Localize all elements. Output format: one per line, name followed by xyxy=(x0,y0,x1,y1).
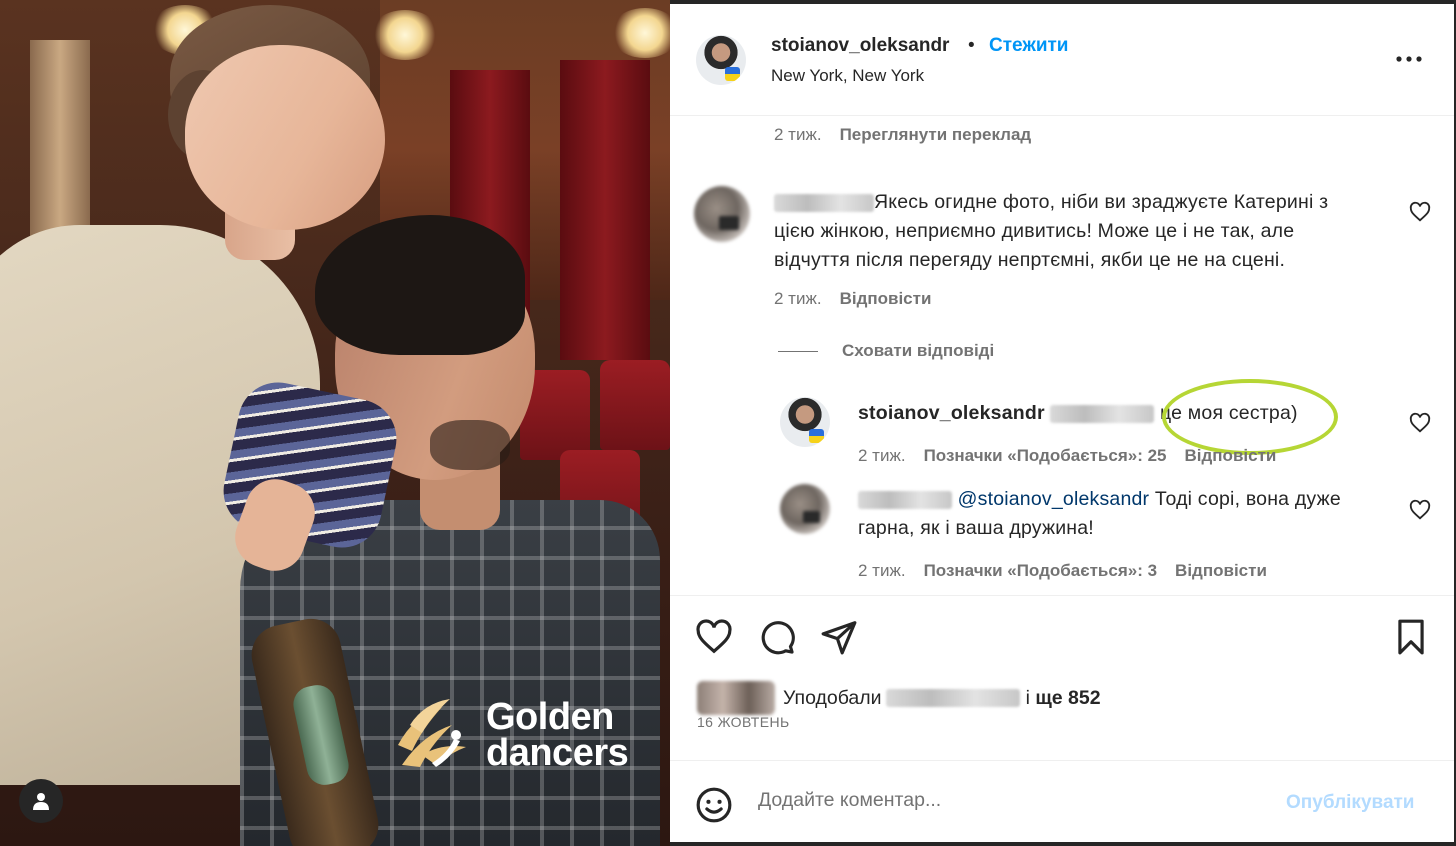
post-location[interactable]: New York, New York xyxy=(771,66,924,86)
woman-face xyxy=(185,45,385,230)
comment-text-line3: відчуття після перегяду непртємні, якби … xyxy=(774,249,1286,271)
hide-replies-toggle[interactable]: Сховати відповіді xyxy=(778,341,994,361)
reply-meta: 2 тиж. Позначки «Подобається»: 3 Відпові… xyxy=(858,561,1267,581)
hide-replies-label: Сховати відповіді xyxy=(842,341,995,360)
save-bookmark-icon[interactable] xyxy=(1392,618,1430,656)
comment-body: Якесь огидне фото, ніби ви зраджуєте Кат… xyxy=(774,188,1414,275)
share-send-icon[interactable] xyxy=(820,618,858,656)
reply-body: @stoianov_oleksandr Тоді сорі, вона дуже… xyxy=(858,485,1398,543)
more-likes-count[interactable]: ще 852 xyxy=(1035,687,1100,710)
likes-summary[interactable]: Уподобали і ще 852 xyxy=(697,681,1101,715)
liked-by-label: Уподобали xyxy=(783,686,882,709)
emoji-icon[interactable] xyxy=(695,786,733,824)
reply-meta: 2 тиж. Позначки «Подобається»: 25 Відпов… xyxy=(858,446,1276,466)
brand-line2: dancers xyxy=(486,732,629,774)
comment-time: 2 тиж. xyxy=(774,125,822,144)
reply-author-avatar[interactable] xyxy=(780,397,830,447)
comment-time: 2 тиж. xyxy=(774,289,822,308)
previous-comment-meta: 2 тиж. Переглянути переклад xyxy=(774,125,1031,145)
reply-likes-count[interactable]: Позначки «Подобається»: 25 xyxy=(924,446,1167,466)
and-label: і xyxy=(1025,686,1030,709)
mentioned-username-blurred[interactable] xyxy=(1050,404,1155,423)
theater-seat xyxy=(600,360,670,450)
highlight-circle xyxy=(1162,379,1338,455)
man-beard xyxy=(430,420,510,470)
ceiling-lamp xyxy=(370,10,440,60)
comment-text-line2: цією жінкою, неприємно дивитись! Може це… xyxy=(774,220,1295,242)
author-username[interactable]: stoianov_oleksandr xyxy=(771,35,949,57)
reply-username-blurred[interactable] xyxy=(858,490,952,509)
reply-text-line1: Тоді сорі, вона дуже xyxy=(1149,488,1341,510)
reply-button[interactable]: Відповісти xyxy=(1175,561,1267,581)
more-horizontal-icon xyxy=(1396,56,1422,62)
like-comment-heart-icon[interactable] xyxy=(1409,201,1431,223)
like-reply-heart-icon[interactable] xyxy=(1409,499,1431,521)
post-side-panel: stoianov_oleksandr • Стежити New York, N… xyxy=(670,4,1454,842)
follow-button[interactable]: Стежити xyxy=(989,35,1068,57)
comment-bubble-icon[interactable] xyxy=(758,618,796,656)
publish-button[interactable]: Опублікувати xyxy=(1286,792,1415,814)
post-actions: Уподобали і ще 852 16 ЖОВТЕНЬ xyxy=(670,595,1454,755)
reply-likes-count[interactable]: Позначки «Подобається»: 3 xyxy=(924,561,1157,581)
comment-composer: Опублікувати xyxy=(670,760,1454,842)
separator-dot: • xyxy=(968,35,975,56)
post-date[interactable]: 16 ЖОВТЕНЬ xyxy=(697,714,790,730)
comment-input[interactable] xyxy=(758,789,1258,812)
divider-line xyxy=(778,350,818,352)
liker-username-blurred[interactable] xyxy=(885,689,1020,707)
commenter-username-blurred[interactable] xyxy=(774,193,874,212)
like-reply-heart-icon[interactable] xyxy=(1409,412,1431,434)
reply-author-avatar[interactable] xyxy=(780,484,830,534)
commenter-avatar[interactable] xyxy=(694,186,750,242)
reply-time: 2 тиж. xyxy=(858,446,906,465)
dancer-logo-icon xyxy=(398,699,466,767)
reply-text-line2: гарна, як і ваша дружина! xyxy=(858,517,1094,539)
like-heart-icon[interactable] xyxy=(695,618,733,656)
reply-time: 2 тиж. xyxy=(858,561,906,580)
golden-dancers-watermark: Golden dancers xyxy=(392,695,629,775)
more-options-button[interactable] xyxy=(1394,44,1424,74)
post-header: stoianov_oleksandr • Стежити New York, N… xyxy=(670,4,1454,116)
liker-avatars-blurred xyxy=(697,681,775,715)
man-hair xyxy=(315,215,525,355)
reply-button[interactable]: Відповісти xyxy=(1185,446,1277,466)
comment-text-line1: Якесь огидне фото, ніби ви зраджуєте Кат… xyxy=(874,191,1329,213)
post-photo[interactable]: Golden dancers xyxy=(0,0,670,846)
brand-line1: Golden xyxy=(486,696,614,738)
comments-list[interactable]: 2 тиж. Переглянути переклад Якесь огидне… xyxy=(670,117,1454,595)
curtain xyxy=(560,60,650,360)
reply-button[interactable]: Відповісти xyxy=(840,289,932,309)
reply-username[interactable]: stoianov_oleksandr xyxy=(858,402,1045,424)
tagged-users-button[interactable] xyxy=(19,779,63,823)
author-avatar[interactable] xyxy=(696,35,746,85)
reply-mention-link[interactable]: @stoianov_oleksandr xyxy=(958,488,1150,510)
user-icon xyxy=(33,793,49,810)
see-translation-link[interactable]: Переглянути переклад xyxy=(840,125,1032,145)
comment-meta: 2 тиж. Відповісти xyxy=(774,289,931,309)
